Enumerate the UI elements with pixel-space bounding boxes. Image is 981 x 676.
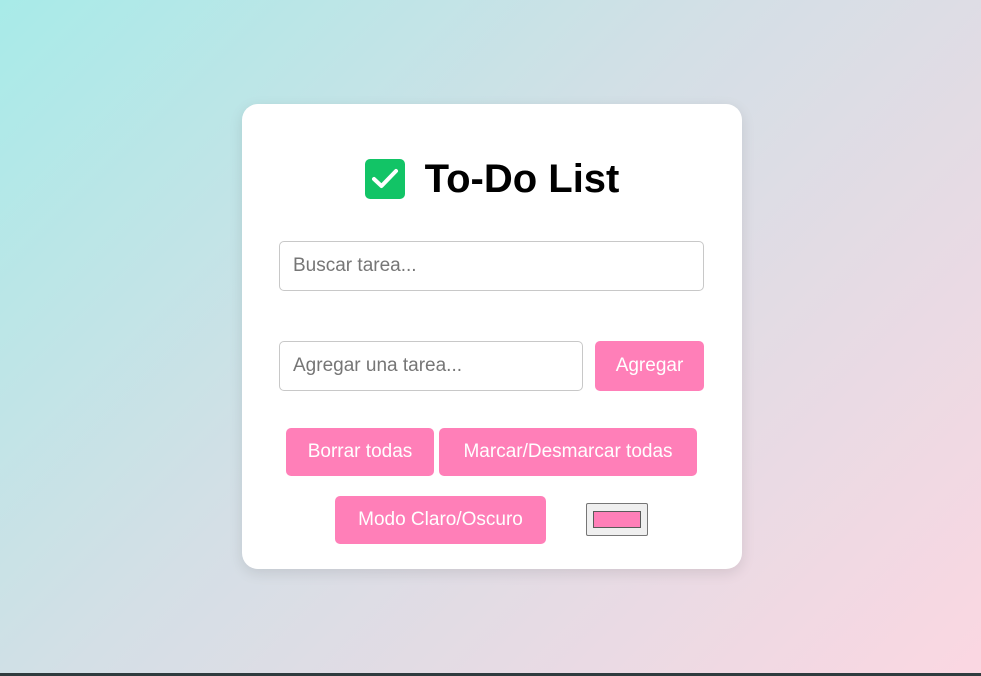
title-row: To-Do List bbox=[242, 158, 742, 200]
search-input[interactable] bbox=[279, 241, 704, 291]
clear-all-button[interactable]: Borrar todas bbox=[286, 428, 434, 476]
theme-mode-button[interactable]: Modo Claro/Oscuro bbox=[335, 496, 546, 544]
page-title: To-Do List bbox=[424, 157, 620, 201]
add-task-button[interactable]: Agregar bbox=[595, 341, 704, 391]
toggle-all-button[interactable]: Marcar/Desmarcar todas bbox=[439, 428, 697, 476]
todo-card: To-Do List Agregar Borrar todas Marcar/D… bbox=[242, 104, 742, 569]
accent-color-picker[interactable] bbox=[586, 503, 648, 536]
color-swatch bbox=[593, 511, 641, 528]
checkmark-glyph bbox=[371, 169, 398, 188]
check-square-icon bbox=[364, 159, 405, 199]
task-input[interactable] bbox=[279, 341, 583, 391]
